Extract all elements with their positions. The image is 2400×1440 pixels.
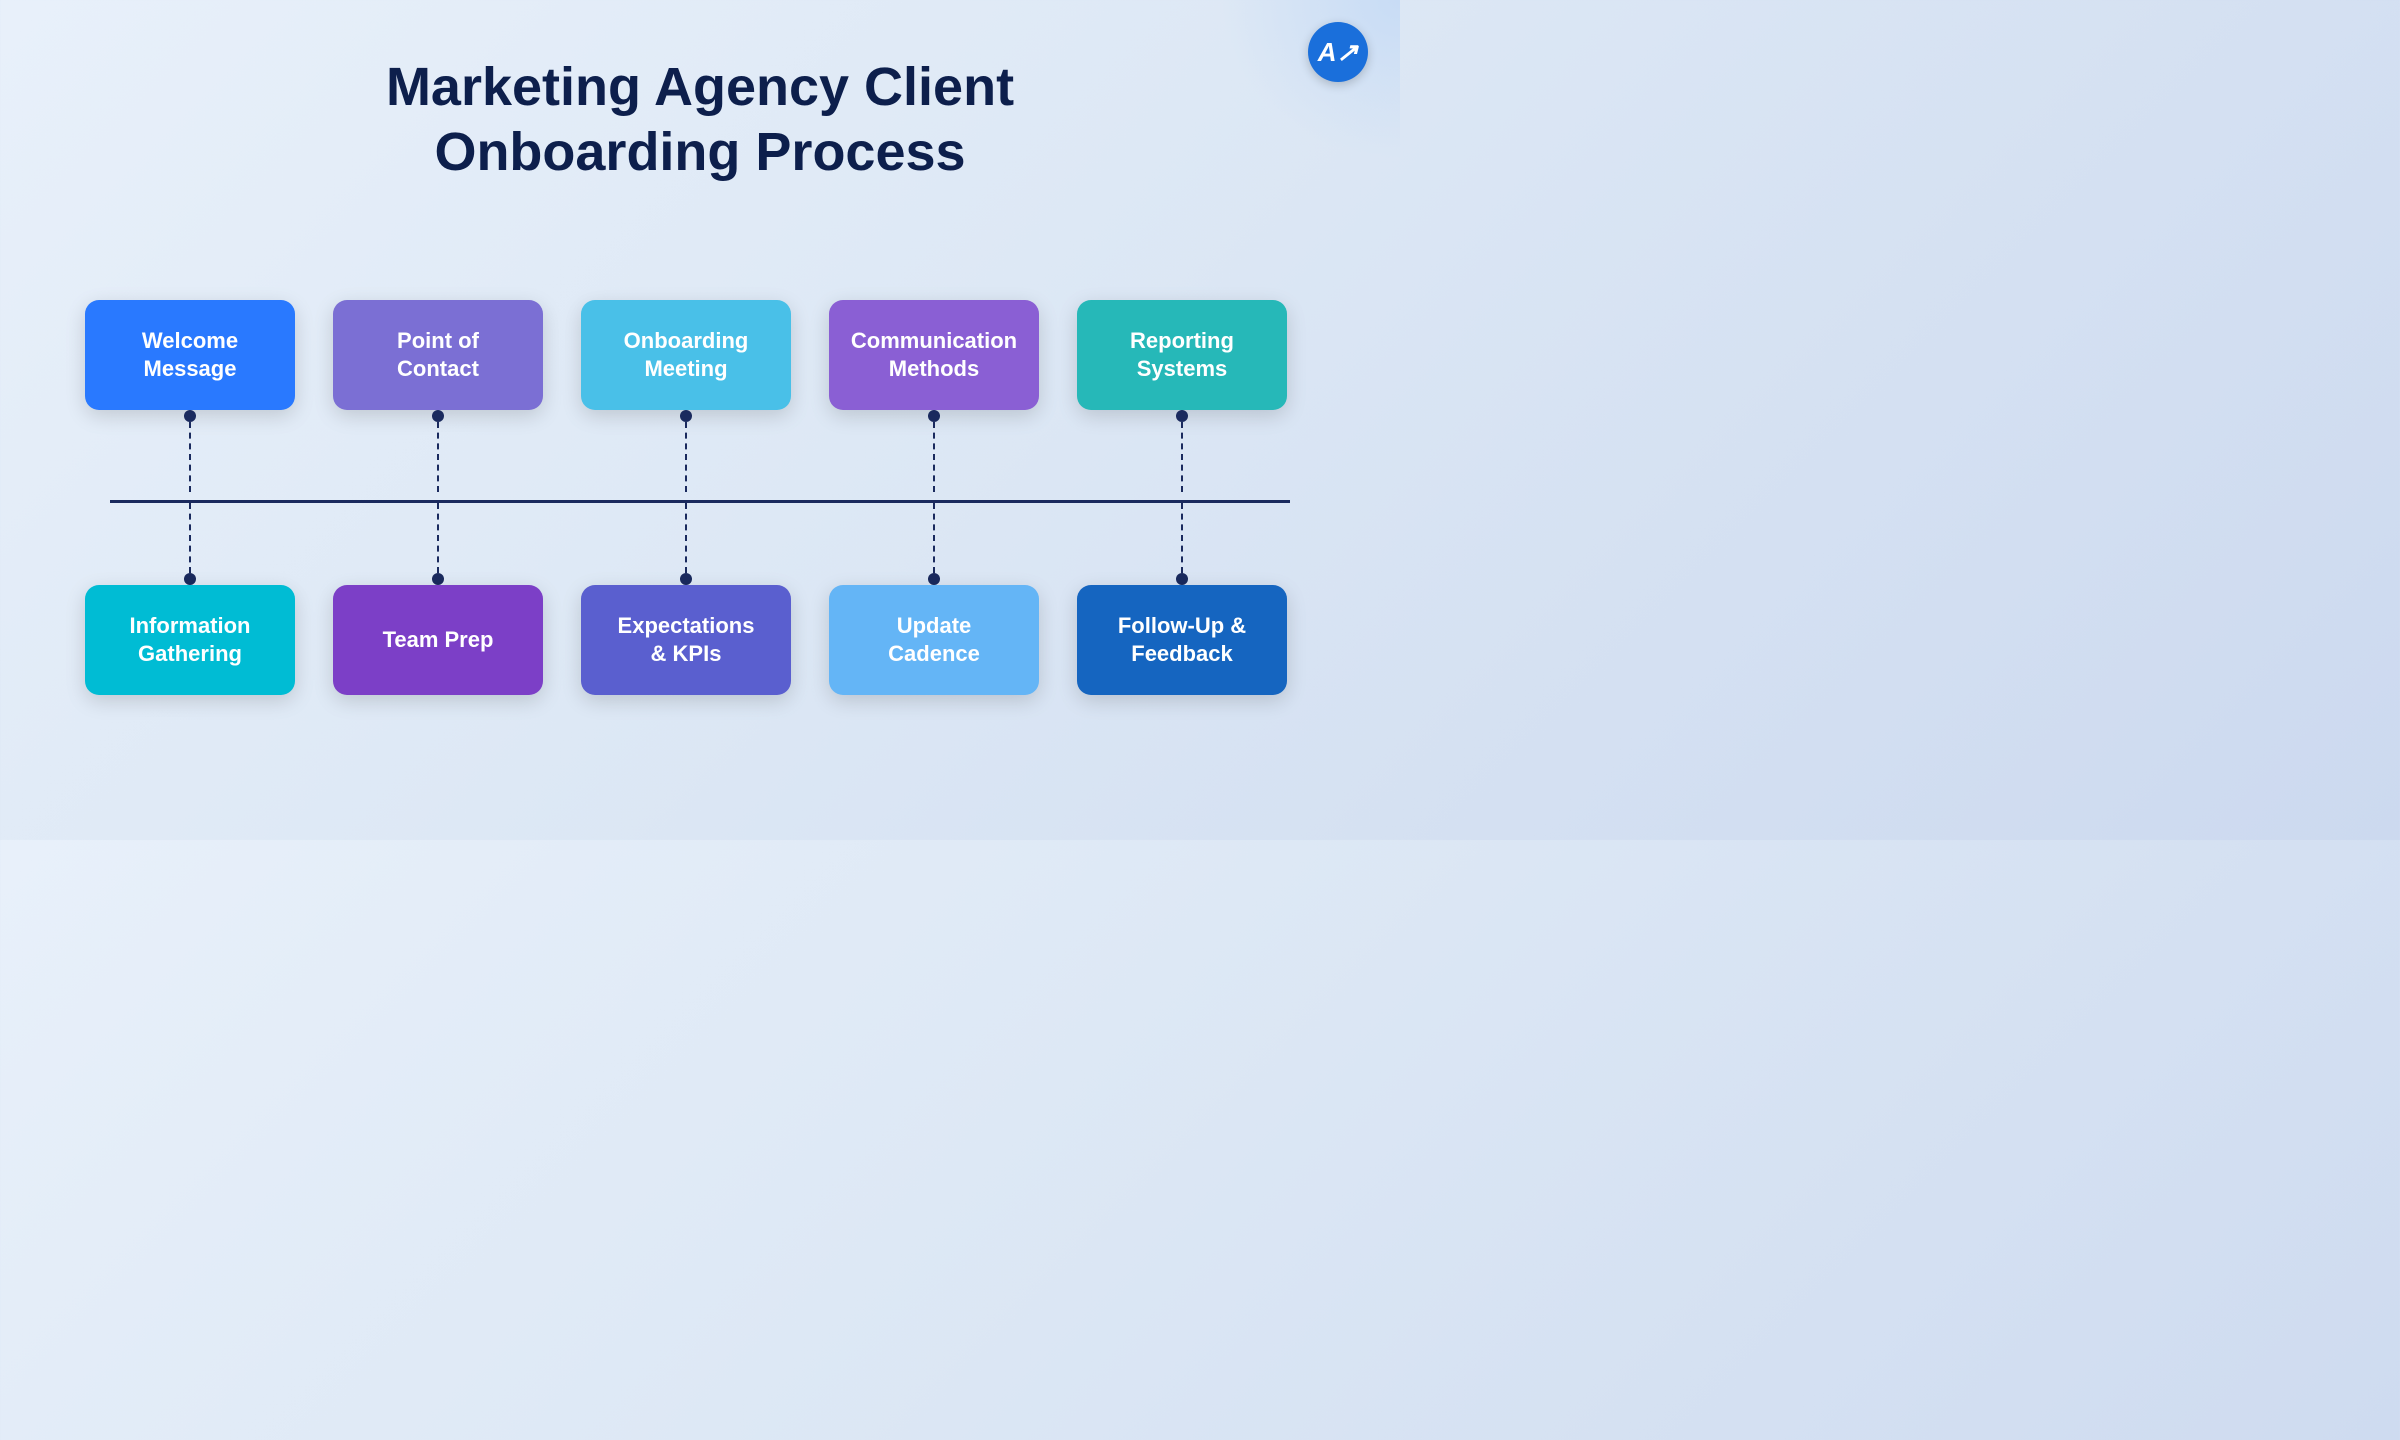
dot — [184, 410, 196, 422]
col-3-top: OnboardingMeeting — [576, 300, 796, 492]
connector-2-bottom — [432, 503, 444, 585]
title-line2: Onboarding Process — [434, 122, 965, 182]
card-expectations-kpis: Expectations& KPIs — [581, 585, 791, 695]
col-4-top: CommunicationMethods — [824, 300, 1044, 492]
col-1-bottom: InformationGathering — [80, 503, 300, 695]
col-1-top: WelcomeMessage — [80, 300, 300, 492]
connector-1-bottom — [184, 503, 196, 585]
dashed-line — [933, 503, 935, 573]
logo-symbol: A↗ — [1318, 37, 1359, 68]
card-follow-up-feedback: Follow-Up &Feedback — [1077, 585, 1287, 695]
col-5-top: ReportingSystems — [1072, 300, 1292, 492]
dot — [928, 573, 940, 585]
col-2-top: Point ofContact — [328, 300, 548, 492]
dot — [184, 573, 196, 585]
dashed-line — [189, 503, 191, 573]
main-title: Marketing Agency Client Onboarding Proce… — [0, 55, 1400, 185]
card-information-gathering: InformationGathering — [85, 585, 295, 695]
dot — [680, 573, 692, 585]
connector-3-top — [680, 410, 692, 492]
dashed-line — [1181, 422, 1183, 492]
col-2-bottom: Team Prep — [328, 503, 548, 695]
connector-4-bottom — [928, 503, 940, 585]
title-line1: Marketing Agency Client — [386, 57, 1014, 117]
dashed-line — [933, 422, 935, 492]
card-update-cadence: UpdateCadence — [829, 585, 1039, 695]
connector-2-top — [432, 410, 444, 492]
dashed-line — [189, 422, 191, 492]
dashed-line — [1181, 503, 1183, 573]
dot — [1176, 410, 1188, 422]
card-communication-methods: CommunicationMethods — [829, 300, 1039, 410]
diagram: WelcomeMessage Point ofContact Onboardin… — [50, 230, 1350, 760]
connector-1-top — [184, 410, 196, 492]
connector-4-top — [928, 410, 940, 492]
connector-5-bottom — [1176, 503, 1188, 585]
logo: A↗ — [1308, 22, 1372, 86]
dot — [432, 410, 444, 422]
col-3-bottom: Expectations& KPIs — [576, 503, 796, 695]
card-reporting-systems: ReportingSystems — [1077, 300, 1287, 410]
card-point-of-contact: Point ofContact — [333, 300, 543, 410]
dashed-line — [437, 503, 439, 573]
connector-3-bottom — [680, 503, 692, 585]
dashed-line — [685, 422, 687, 492]
card-onboarding-meeting: OnboardingMeeting — [581, 300, 791, 410]
dashed-line — [437, 422, 439, 492]
dashed-line — [685, 503, 687, 573]
card-welcome-message: WelcomeMessage — [85, 300, 295, 410]
dot — [432, 573, 444, 585]
title-section: Marketing Agency Client Onboarding Proce… — [0, 0, 1400, 230]
col-4-bottom: UpdateCadence — [824, 503, 1044, 695]
dot — [680, 410, 692, 422]
dot — [1176, 573, 1188, 585]
col-5-bottom: Follow-Up &Feedback — [1072, 503, 1292, 695]
card-team-prep: Team Prep — [333, 585, 543, 695]
dot — [928, 410, 940, 422]
logo-circle: A↗ — [1308, 22, 1368, 82]
connector-5-top — [1176, 410, 1188, 492]
